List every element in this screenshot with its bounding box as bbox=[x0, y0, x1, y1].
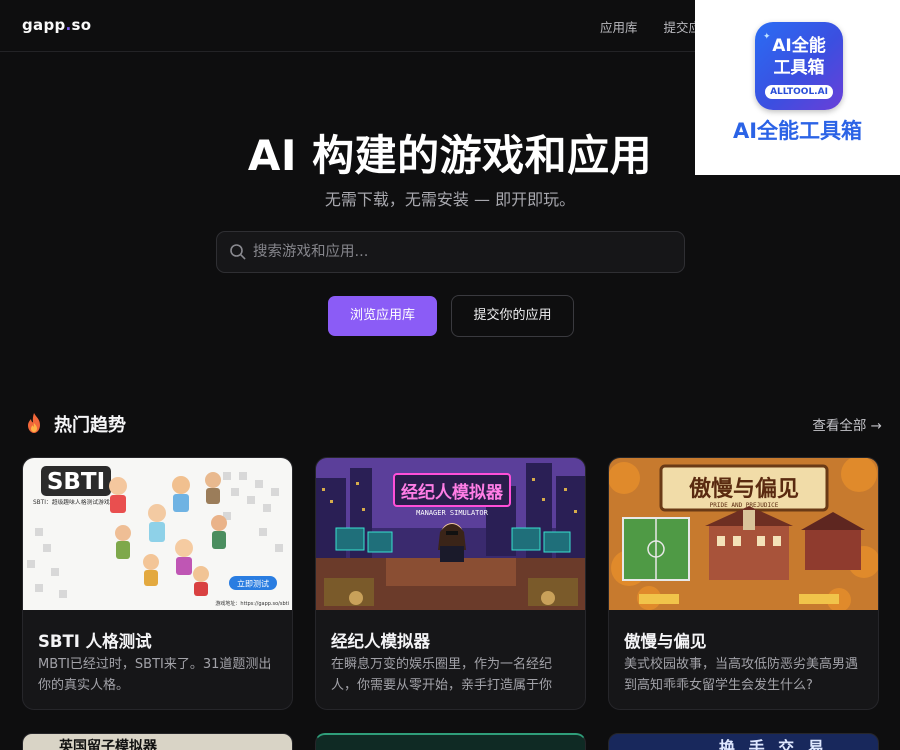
thumb-title: 经纪人模拟器 bbox=[401, 482, 504, 503]
card-title: 傲慢与偏见 bbox=[624, 632, 707, 651]
app-card-manager-simulator[interactable]: 经纪人模拟器 MANAGER SIMULATOR 经纪人模拟器 在瞬息万变的娱乐… bbox=[315, 457, 586, 710]
nav-link-app-library[interactable]: 应用库 bbox=[600, 17, 638, 36]
app-card-peek-3[interactable]: 换 手 交 易 bbox=[608, 733, 879, 750]
search-box bbox=[216, 231, 685, 273]
watermark-badge-line1: AI全能 bbox=[772, 36, 826, 56]
hero-subtitle: 无需下载，无需安装 — 即开即玩。 bbox=[324, 190, 576, 209]
card-title: 经纪人模拟器 bbox=[331, 632, 430, 651]
card-description: 在瞬息万变的娱乐圈里，作为一名经纪人，你需要从零开始，亲手打造属于你的... bbox=[331, 657, 553, 693]
card-peek-title: 英国留子模拟器 bbox=[59, 739, 157, 750]
card-peek-title: 换 手 交 易 bbox=[719, 738, 828, 750]
fire-icon bbox=[28, 413, 40, 433]
search-input[interactable] bbox=[253, 232, 673, 272]
app-card-pride-prejudice[interactable]: 傲慢与偏见 PRIDE AND PREJUDICE 傲慢与偏见 美式校园故事，当… bbox=[608, 457, 879, 710]
manager-thumbnail-art: 经纪人模拟器 MANAGER SIMULATOR bbox=[316, 458, 585, 610]
thumb-url: 游戏地址：https://gapp.so/sbti bbox=[215, 600, 289, 607]
card-thumbnail: SBTI SBTI：超级趣味人格测试游戏 立即测试 游戏地址：https://g… bbox=[23, 458, 292, 610]
app-card-sbti[interactable]: SBTI SBTI：超级趣味人格测试游戏 立即测试 游戏地址：https://g… bbox=[22, 457, 293, 710]
site-logo[interactable]: gapp.so bbox=[22, 16, 91, 34]
search-icon bbox=[230, 244, 246, 260]
watermark-badge-line2: 工具箱 bbox=[773, 58, 825, 78]
browse-library-button[interactable]: 浏览应用库 bbox=[328, 296, 437, 336]
logo-tld: so bbox=[71, 16, 92, 34]
submit-app-button[interactable]: 提交你的应用 bbox=[451, 295, 574, 337]
app-card-peek-1[interactable]: 英国留子模拟器 bbox=[22, 733, 293, 750]
card-title: SBTI 人格测试 bbox=[38, 632, 152, 651]
hero-title: AI 构建的游戏和应用 bbox=[247, 131, 653, 180]
watermark-badge-domain: ALLTOOL.AI bbox=[765, 85, 833, 99]
sbti-thumbnail-art: SBTI SBTI：超级趣味人格测试游戏 立即测试 游戏地址：https://g… bbox=[23, 458, 292, 610]
view-all-link[interactable]: 查看全部 → bbox=[812, 414, 882, 434]
logo-main: gapp bbox=[22, 16, 66, 34]
watermark-logo: ✦ AI全能 工具箱 ALLTOOL.AI bbox=[755, 22, 843, 110]
card-thumbnail: 傲慢与偏见 PRIDE AND PREJUDICE bbox=[609, 458, 878, 610]
thumb-test-button: 立即测试 bbox=[237, 579, 269, 589]
thumb-subtitle: SBTI：超级趣味人格测试游戏 bbox=[33, 498, 110, 506]
trending-header: 热门趋势 查看全部 → bbox=[22, 410, 882, 436]
card-description: 美式校园故事，当高攻低防恶劣美高男遇到高知乖乖女留学生会发生什么? bbox=[624, 657, 859, 693]
app-card-peek-2[interactable] bbox=[315, 733, 586, 750]
card-thumbnail: 经纪人模拟器 MANAGER SIMULATOR bbox=[316, 458, 585, 610]
thumb-subtitle: PRIDE AND PREJUDICE bbox=[710, 502, 779, 509]
card-description: MBTI已经过时，SBTI来了。31道题测出你的真实人格。 bbox=[38, 657, 272, 693]
thumb-title: SBTI bbox=[47, 469, 105, 495]
thumb-subtitle: MANAGER SIMULATOR bbox=[416, 509, 488, 517]
section-title: 热门趋势 bbox=[54, 415, 126, 436]
thumb-title: 傲慢与偏见 bbox=[689, 476, 799, 502]
pride-thumbnail-art: 傲慢与偏见 PRIDE AND PREJUDICE bbox=[609, 458, 878, 610]
